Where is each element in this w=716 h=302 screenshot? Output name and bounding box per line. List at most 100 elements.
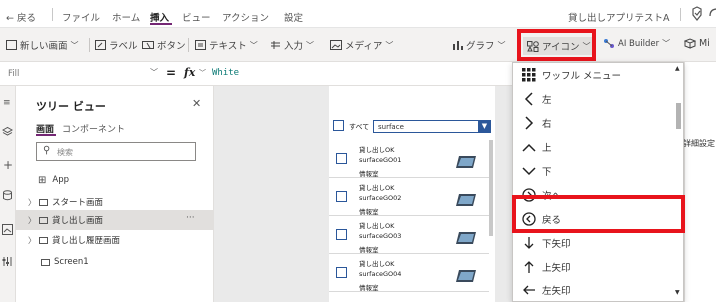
more-options-icon[interactable]: ··· — [186, 213, 195, 223]
arrow-up-icon — [519, 260, 539, 274]
text-button-label: テキスト — [209, 41, 247, 52]
media-rail-icon[interactable] — [2, 224, 13, 238]
icon-menu-item-down[interactable]: 下 — [513, 159, 671, 183]
tree-item-start-screen[interactable]: 〉 スタート画面 — [16, 192, 214, 212]
tree-item-label: スタート画面 — [52, 198, 104, 208]
icon-menu-item-waffle[interactable]: ワッフル メニュー — [513, 63, 671, 87]
item-name: surfaceGO01 — [359, 156, 402, 164]
title-divider — [680, 8, 681, 21]
menu-scrollbar[interactable]: ▲ ▼ — [675, 65, 682, 297]
gallery-item[interactable]: 貸し出しOK surfaceGO03 情報室 — [329, 216, 489, 254]
layers-icon[interactable] — [1, 126, 14, 140]
chevron-down-icon: ﹀ — [306, 40, 315, 50]
menu-insert[interactable]: 挿入 — [150, 10, 169, 24]
chevron-right-icon — [519, 116, 539, 130]
item-name: surfaceGO04 — [359, 270, 402, 278]
new-screen-button[interactable]: 新しい画面 ﹀ — [6, 38, 79, 52]
input-button[interactable]: 入力 ﹀ — [270, 38, 314, 52]
filter-value: surface — [378, 123, 404, 131]
ai-builder-label: AI Builder — [618, 38, 660, 49]
back-button[interactable]: ← 戻る — [6, 10, 36, 24]
property-dropdown-chevron-icon[interactable]: ﹀ — [150, 67, 158, 78]
icon-menu-label: 右 — [542, 119, 552, 130]
label-button[interactable]: ラベル — [95, 38, 138, 52]
equipment-gallery: 貸し出しOK surfaceGO01 情報室 貸し出しOK surfaceGO0… — [329, 140, 495, 302]
app-checker-icon[interactable] — [690, 6, 704, 25]
property-selector[interactable]: Fill — [8, 69, 19, 79]
menu-settings[interactable]: 設定 — [284, 10, 303, 24]
screen-icon — [39, 216, 48, 224]
expand-chevron-icon[interactable]: 〉 — [28, 215, 36, 226]
tree-item-lend-screen[interactable]: 〉 貸し出し画面 ··· — [16, 210, 214, 230]
tree-item-label: App — [52, 175, 69, 185]
tree-item-app[interactable]: ⊞ App — [16, 170, 214, 190]
icon-menu-label: 上 — [542, 143, 552, 154]
menu-home[interactable]: ホーム — [112, 10, 140, 24]
text-button[interactable]: テキスト ﹀ — [195, 38, 258, 52]
data-icon[interactable] — [2, 190, 13, 204]
icon-menu-label: 下矢印 — [542, 239, 571, 250]
mixed-reality-icon — [684, 38, 696, 49]
tree-item-history-screen[interactable]: 〉 貸し出し履歴画面 — [16, 230, 214, 250]
gallery-scrollbar[interactable] — [489, 140, 493, 236]
fx-button[interactable]: fx — [184, 66, 195, 79]
item-name: surfaceGO03 — [359, 232, 402, 240]
item-dept: 情報室 — [359, 246, 379, 254]
scroll-up-arrow-icon[interactable]: ▲ — [675, 65, 680, 72]
item-checkbox[interactable] — [336, 153, 347, 164]
chart-button[interactable]: グラフ ﹀ — [452, 38, 506, 52]
menu-view[interactable]: ビュー — [182, 10, 211, 24]
hamburger-icon[interactable]: ≡ — [3, 98, 11, 108]
label-button-text: ラベル — [109, 41, 138, 52]
item-checkbox[interactable] — [336, 267, 347, 278]
advanced-tools-icon[interactable] — [2, 256, 13, 270]
icon-menu-item-arrow-down[interactable]: 下矢印 — [513, 231, 671, 255]
item-dept: 情報室 — [359, 208, 379, 216]
menu-action[interactable]: アクション — [222, 10, 269, 24]
close-icon[interactable]: ✕ — [192, 97, 201, 110]
select-all-checkbox[interactable] — [333, 120, 344, 131]
menu-file[interactable]: ファイル — [62, 10, 100, 24]
undo-icon[interactable] — [708, 6, 716, 22]
chevron-left-icon — [519, 92, 539, 106]
button-button[interactable]: ボタン — [142, 38, 186, 52]
filter-dropdown[interactable]: surface ▼ — [373, 120, 491, 133]
ribbon-divider — [89, 38, 90, 52]
dropdown-chevron-icon[interactable]: ▼ — [478, 120, 491, 133]
ai-builder-button[interactable]: AI Builder ﹀ — [603, 38, 670, 49]
search-input[interactable]: ⚲ 検索 — [36, 142, 196, 161]
icon-menu-label: 左 — [542, 95, 552, 106]
item-dept: 情報室 — [359, 170, 379, 178]
fx-chevron-icon[interactable]: ﹀ — [199, 68, 206, 78]
media-button[interactable]: メディア ﹀ — [330, 38, 393, 52]
icon-menu-item-arrow-left[interactable]: 左矢印 — [513, 278, 671, 302]
item-checkbox[interactable] — [336, 229, 347, 240]
gallery-item[interactable]: 貸し出しOK surfaceGO04 情報室 — [329, 254, 489, 292]
mixed-reality-label: Mi — [699, 38, 710, 49]
advanced-tab[interactable]: 詳細設定 — [683, 138, 715, 149]
gallery-item[interactable]: 貸し出しOK surfaceGO01 情報室 — [329, 140, 489, 178]
icon-menu-label: 上矢印 — [542, 263, 571, 274]
item-checkbox[interactable] — [336, 191, 347, 202]
expand-chevron-icon[interactable]: 〉 — [28, 235, 36, 246]
search-placeholder: 検索 — [57, 148, 73, 157]
tree-item-screen1[interactable]: Screen1 — [16, 252, 214, 272]
icon-menu-item-arrow-up[interactable]: 上矢印 — [513, 255, 671, 279]
ribbon-divider — [188, 38, 189, 52]
tab-components[interactable]: コンポーネント — [62, 122, 125, 135]
mixed-reality-button[interactable]: Mi — [684, 38, 710, 49]
item-status: 貸し出しOK — [359, 146, 395, 154]
scrollbar-thumb[interactable] — [676, 103, 681, 129]
formula-input[interactable]: White — [212, 68, 239, 78]
arrow-left-icon — [519, 284, 539, 296]
gallery-item[interactable]: 貸し出しOK surfaceGO02 情報室 — [329, 178, 489, 216]
icon-menu-item-up[interactable]: 上 — [513, 135, 671, 159]
expand-chevron-icon[interactable]: 〉 — [28, 197, 36, 208]
chevron-down-icon: ﹀ — [662, 39, 671, 48]
top-menu-bar: ← 戻る ファイル ホーム 挿入 ビュー アクション 設定 貸し出しアプリテスト… — [0, 0, 716, 28]
scroll-down-arrow-icon[interactable]: ▼ — [675, 289, 680, 296]
insert-plus-icon[interactable]: + — [3, 158, 13, 172]
chevron-down-icon: ﹀ — [497, 40, 506, 50]
icon-menu-item-left[interactable]: 左 — [513, 87, 671, 111]
icon-menu-item-right[interactable]: 右 — [513, 111, 671, 135]
